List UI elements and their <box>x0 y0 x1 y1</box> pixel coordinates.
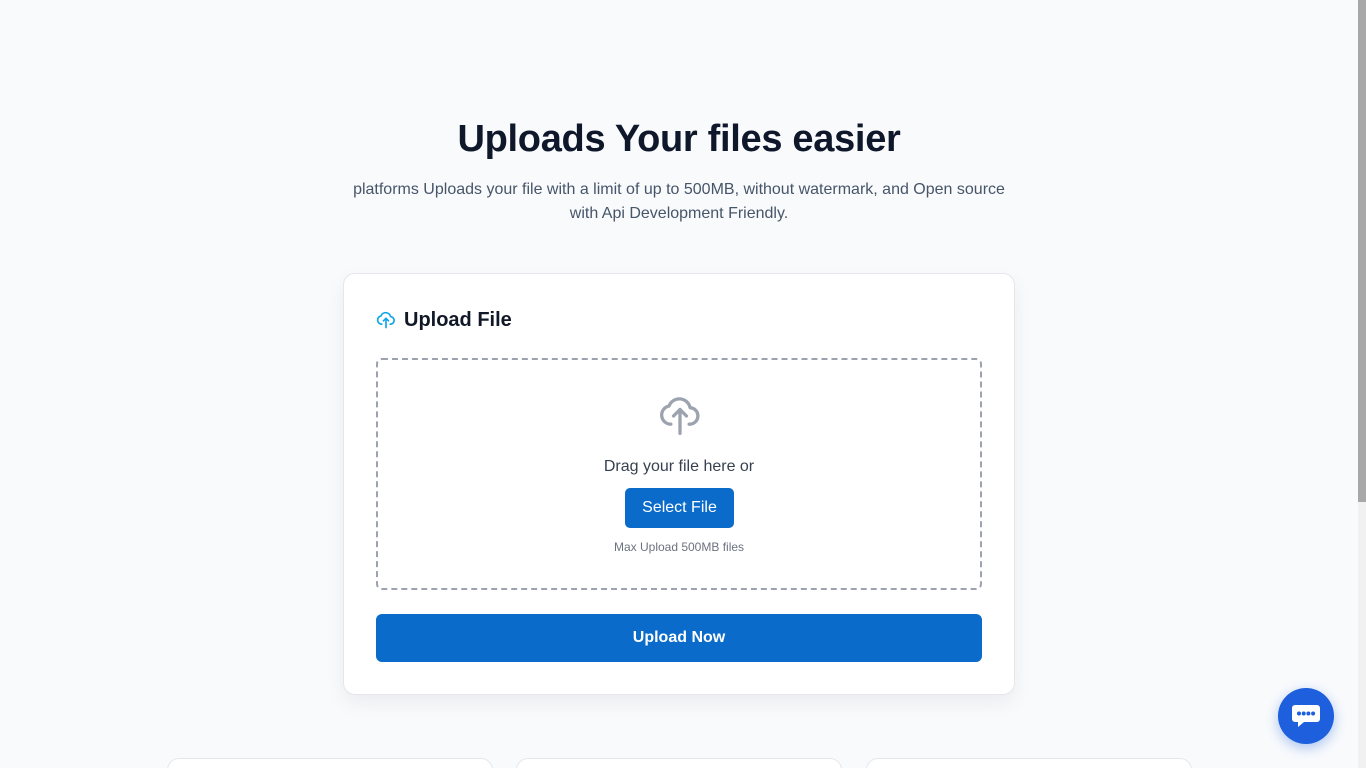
upload-limit-hint: Max Upload 500MB files <box>613 540 745 554</box>
chat-bubble-icon <box>1291 703 1321 729</box>
dropzone-text: Drag your file here or <box>603 458 755 475</box>
upload-now-button[interactable]: Upload Now <box>376 614 982 662</box>
file-dropzone[interactable]: Drag your file here or Select File Max U… <box>376 358 982 590</box>
upload-cloud-icon <box>376 310 396 330</box>
feature-card <box>516 758 842 768</box>
feature-card <box>866 758 1192 768</box>
scrollbar-thumb[interactable] <box>1358 0 1366 502</box>
upload-card-title: Upload File <box>404 308 512 331</box>
select-file-button[interactable]: Select File <box>625 488 734 528</box>
cloud-upload-icon <box>658 392 702 438</box>
page-subtitle: platforms Uploads your file with a limit… <box>353 181 1005 222</box>
page: Uploads Your files easier platforms Uplo… <box>0 0 1366 768</box>
upload-card: Upload File Drag your file here or Selec… <box>343 273 1015 695</box>
upload-card-header: Upload File <box>376 306 512 334</box>
page-title: Uploads Your files easier <box>457 118 901 160</box>
feature-card <box>167 758 493 768</box>
chat-button[interactable] <box>1278 688 1334 744</box>
page-scrollbar[interactable] <box>1358 0 1366 768</box>
